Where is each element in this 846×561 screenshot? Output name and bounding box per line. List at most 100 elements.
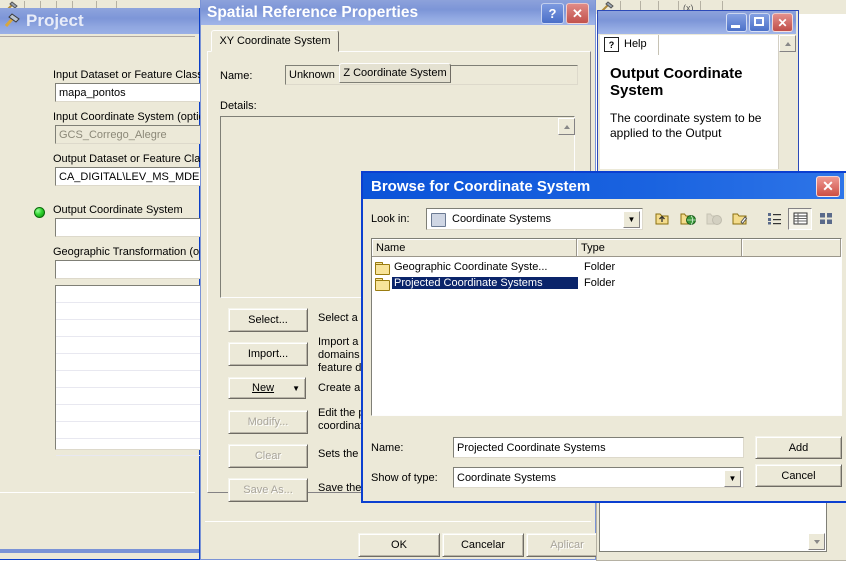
- output-dataset-value: CA_DIGITAL\LEV_MS_MDE: [59, 170, 200, 183]
- grid-row[interactable]: [56, 422, 208, 439]
- tab-xy-label: XY Coordinate System: [219, 35, 331, 47]
- help-scrollbar[interactable]: [778, 35, 796, 169]
- connect-to-folder-icon[interactable]: [676, 207, 700, 230]
- new-folder-icon[interactable]: [728, 207, 752, 230]
- help-panel-text-area[interactable]: [599, 500, 827, 552]
- divider: [0, 492, 195, 493]
- new-button-label: New: [252, 382, 275, 394]
- ok-button-label: OK: [391, 539, 407, 551]
- help-scroll-up-button[interactable]: [779, 35, 796, 52]
- import-button[interactable]: Import...: [228, 342, 308, 366]
- tab-z-coordinate-system[interactable]: Z Coordinate System: [339, 63, 451, 83]
- details-view-icon[interactable]: [788, 207, 812, 230]
- look-in-combo[interactable]: Coordinate Systems ▼: [426, 208, 643, 230]
- grid-row[interactable]: [56, 354, 208, 371]
- grid-row[interactable]: [56, 303, 208, 320]
- grid-row[interactable]: [56, 405, 208, 422]
- details-label: Details:: [220, 100, 257, 112]
- show-of-type-dropdown-arrow[interactable]: ▼: [724, 470, 741, 487]
- help-scroll-down-button[interactable]: [808, 533, 825, 550]
- help-title-bar[interactable]: ✕: [598, 11, 796, 34]
- output-dataset-field[interactable]: CA_DIGITAL\LEV_MS_MDE: [55, 167, 212, 186]
- maximize-button[interactable]: [749, 13, 770, 32]
- look-in-dropdown-arrow[interactable]: ▼: [623, 211, 640, 228]
- name-input[interactable]: Projected Coordinate Systems: [453, 437, 744, 458]
- name-input-value: Projected Coordinate Systems: [457, 441, 606, 454]
- list-item[interactable]: Geographic Coordinate Syste... Folder: [372, 259, 841, 275]
- column-header-blank[interactable]: [742, 239, 841, 256]
- project-dialog-body: Input Dataset or Feature Class mapa_pont…: [0, 36, 235, 545]
- add-button[interactable]: Add: [755, 436, 842, 459]
- thumbnails-view-icon[interactable]: [814, 207, 838, 230]
- help-tab-bar: ? Help: [600, 35, 778, 56]
- output-dataset-label: Output Dataset or Feature Class: [53, 153, 212, 165]
- folder-icon: [375, 277, 390, 291]
- close-button[interactable]: ✕: [772, 13, 793, 32]
- cancel-button-label: Cancel: [781, 469, 816, 482]
- grid-row[interactable]: [56, 388, 208, 405]
- import-button-label: Import...: [247, 348, 289, 360]
- disconnect-folder-icon: [702, 207, 726, 230]
- list-item-name: Projected Coordinate Systems: [392, 277, 578, 289]
- geographic-transformation-field[interactable]: [55, 260, 212, 279]
- hammer-tool-icon: [4, 13, 20, 27]
- clear-button[interactable]: Clear: [228, 444, 308, 468]
- save-as-button[interactable]: Save As...: [228, 478, 308, 502]
- project-title-bar[interactable]: Project: [0, 8, 199, 34]
- list-header: Name Type: [372, 239, 841, 257]
- coordinate-system-name-value: Unknown: [289, 69, 335, 81]
- show-of-type-label: Show of type:: [371, 472, 438, 484]
- grid-row[interactable]: [56, 371, 208, 388]
- project-bottom-border: [0, 549, 199, 553]
- tab-xy-coordinate-system[interactable]: XY Coordinate System: [211, 30, 339, 52]
- list-item[interactable]: Projected Coordinate Systems Folder: [372, 275, 841, 291]
- help-question-icon: ?: [604, 37, 619, 52]
- details-scroll-up-button[interactable]: [558, 118, 575, 135]
- coordinate-systems-folder-icon: [431, 213, 446, 227]
- project-dialog: Project Input Dataset or Feature Class m…: [0, 8, 235, 560]
- close-button[interactable]: ✕: [816, 176, 840, 197]
- minimize-button[interactable]: [726, 13, 747, 32]
- clear-button-label: Clear: [254, 450, 282, 462]
- footer-divider: [205, 521, 591, 522]
- column-header-type[interactable]: Type: [577, 239, 742, 256]
- browse-title-bar[interactable]: Browse for Coordinate System ✕: [363, 173, 844, 199]
- show-of-type-combo[interactable]: Coordinate Systems ▼: [453, 467, 744, 488]
- grid-row[interactable]: [56, 320, 208, 337]
- cancel-button-label: Cancelar: [460, 539, 506, 551]
- help-tab-label[interactable]: Help: [624, 38, 647, 50]
- input-dataset-field[interactable]: mapa_pontos: [55, 83, 212, 102]
- coordinate-systems-list[interactable]: Name Type Geographic Coordinate Syste...…: [371, 238, 842, 416]
- transformation-grid[interactable]: [55, 285, 209, 456]
- cancel-button[interactable]: Cancel: [755, 464, 842, 487]
- help-window: ✕ ? Help Output Coordinate System The co…: [597, 10, 799, 173]
- select-button-label: Select...: [248, 314, 288, 326]
- column-header-name[interactable]: Name: [372, 239, 577, 256]
- name-label: Name:: [220, 70, 253, 82]
- output-coordinate-system-label: Output Coordinate System: [53, 204, 183, 216]
- grid-row[interactable]: [56, 337, 208, 354]
- input-dataset-value: mapa_pontos: [59, 86, 126, 99]
- new-button[interactable]: New ▼: [228, 377, 306, 399]
- cancel-button[interactable]: Cancelar: [442, 533, 524, 557]
- input-coordinate-system-label: Input Coordinate System (optional): [53, 111, 223, 123]
- select-button[interactable]: Select...: [228, 308, 308, 332]
- modify-button[interactable]: Modify...: [228, 410, 308, 434]
- grid-row[interactable]: [56, 439, 208, 456]
- input-coordinate-system-field[interactable]: GCS_Corrego_Alegre: [55, 125, 212, 144]
- help-button[interactable]: ?: [541, 3, 564, 24]
- input-dataset-label: Input Dataset or Feature Class: [53, 69, 203, 81]
- project-title-label: Project: [26, 11, 84, 30]
- spatial-reference-title-bar[interactable]: Spatial Reference Properties ? ✕: [201, 0, 595, 25]
- grid-row[interactable]: [56, 286, 208, 303]
- tab-z-label: Z Coordinate System: [343, 67, 447, 79]
- output-coordinate-system-field[interactable]: [55, 218, 212, 237]
- ok-button[interactable]: OK: [358, 533, 440, 557]
- list-view-icon[interactable]: [762, 207, 786, 230]
- name-label: Name:: [371, 442, 404, 454]
- up-one-level-icon[interactable]: [650, 207, 674, 230]
- list-item-type: Folder: [584, 261, 616, 273]
- save-as-button-label: Save As...: [243, 484, 293, 496]
- close-button[interactable]: ✕: [566, 3, 589, 24]
- tab-strip: XY Coordinate System Z Coordinate System: [207, 30, 589, 83]
